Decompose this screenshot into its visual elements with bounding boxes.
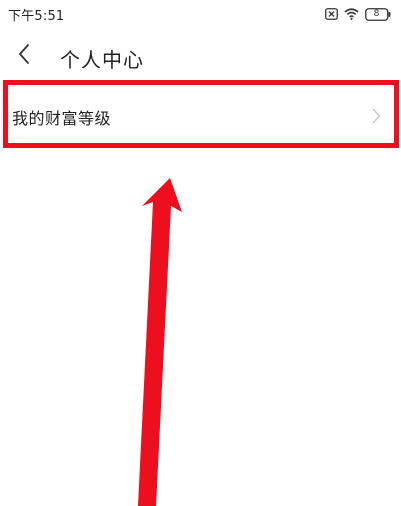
back-button[interactable] xyxy=(12,44,36,68)
status-time: 下午5:51 xyxy=(8,9,65,24)
menu-item-label: 我的财富等级 xyxy=(12,109,112,128)
wifi-icon xyxy=(344,5,359,24)
battery-icon: 8 xyxy=(365,8,391,21)
chevron-left-icon xyxy=(17,43,31,69)
sim-x-icon xyxy=(325,5,338,24)
menu-item-wealth-level[interactable]: 我的财富等级 xyxy=(0,81,401,151)
page-title: 个人中心 xyxy=(60,48,144,72)
nav-bar: 个人中心 xyxy=(0,36,401,80)
status-bar: 下午5:51 8 xyxy=(0,0,401,26)
status-icons: 8 xyxy=(325,5,391,24)
battery-level: 8 xyxy=(373,9,380,19)
chevron-right-icon xyxy=(372,108,381,128)
